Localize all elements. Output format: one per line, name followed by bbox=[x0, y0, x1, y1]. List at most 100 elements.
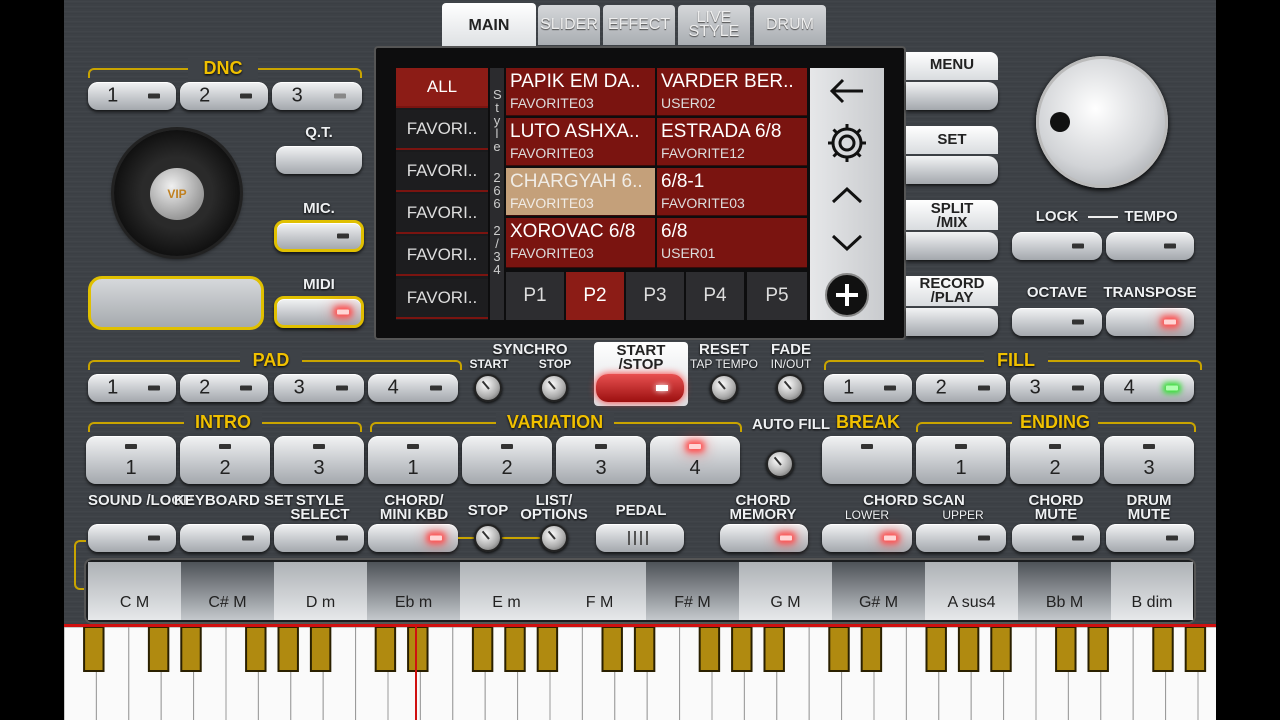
category-all[interactable]: ALL bbox=[396, 68, 488, 108]
variation-button-2[interactable]: 2 bbox=[462, 436, 552, 484]
pad-button-4[interactable]: 4 bbox=[368, 374, 458, 402]
page-button-p4[interactable]: P4 bbox=[686, 272, 744, 320]
variation-button-3[interactable]: 3 bbox=[556, 436, 646, 484]
tab-slider[interactable]: SLIDER bbox=[538, 5, 600, 45]
category-favorite[interactable]: FAVORI.. bbox=[396, 279, 488, 319]
black-key[interactable] bbox=[828, 626, 850, 672]
category-favorite[interactable]: FAVORI.. bbox=[396, 236, 488, 276]
keyboard-set-button[interactable] bbox=[180, 524, 270, 552]
pad-button-1[interactable]: 1 bbox=[88, 374, 176, 402]
chord-pad[interactable]: A sus4 bbox=[925, 562, 1018, 620]
chord-pad[interactable]: G# M bbox=[832, 562, 925, 620]
chord-pad[interactable]: C# M bbox=[181, 562, 274, 620]
black-key[interactable] bbox=[407, 626, 429, 672]
black-key[interactable] bbox=[763, 626, 785, 672]
ending-button-1[interactable]: 1 bbox=[916, 436, 1006, 484]
style-cell[interactable]: ESTRADA 6/8 FAVORITE12 bbox=[657, 118, 807, 166]
chord-scan-lower-button[interactable] bbox=[822, 524, 912, 552]
jog-wheel[interactable]: VIP bbox=[114, 130, 240, 256]
menu-button[interactable] bbox=[906, 82, 998, 110]
tempo-button[interactable] bbox=[1106, 232, 1194, 260]
sound-loop-button[interactable] bbox=[88, 524, 176, 552]
black-key[interactable] bbox=[147, 626, 170, 672]
page-button-p2[interactable]: P2 bbox=[566, 272, 624, 320]
piano-keys[interactable] bbox=[64, 626, 1216, 720]
page-button-p5[interactable]: P5 bbox=[747, 272, 807, 320]
chord-pad[interactable]: Bb M bbox=[1018, 562, 1111, 620]
record-play-button[interactable] bbox=[906, 308, 998, 336]
mic-button[interactable] bbox=[274, 220, 364, 252]
black-key[interactable] bbox=[990, 626, 1012, 672]
black-key[interactable] bbox=[504, 626, 526, 672]
page-button-p1[interactable]: P1 bbox=[506, 272, 564, 320]
black-key[interactable] bbox=[1087, 626, 1109, 672]
black-key[interactable] bbox=[601, 626, 623, 672]
black-key[interactable] bbox=[698, 626, 721, 672]
variation-button-4[interactable]: 4 bbox=[650, 436, 740, 484]
reset-knob[interactable] bbox=[710, 374, 738, 402]
style-cell[interactable]: XOROVAC 6/8 FAVORITE03 bbox=[506, 218, 655, 268]
auto-fill-knob[interactable] bbox=[766, 450, 794, 478]
split-mix-button[interactable] bbox=[906, 232, 998, 260]
synchro-stop-knob[interactable] bbox=[540, 374, 568, 402]
midi-button[interactable] bbox=[274, 296, 364, 328]
chord-mute-button[interactable] bbox=[1012, 524, 1100, 552]
pad-button-2[interactable]: 2 bbox=[180, 374, 268, 402]
chord-pad[interactable]: F M bbox=[553, 562, 646, 620]
black-key[interactable] bbox=[957, 626, 980, 672]
chevron-down-icon[interactable] bbox=[808, 218, 886, 268]
black-key[interactable] bbox=[1055, 626, 1077, 672]
style-cell-selected[interactable]: CHARGYAH 6.. FAVORITE03 bbox=[506, 168, 655, 216]
chord-pad[interactable]: Eb m bbox=[367, 562, 460, 620]
fill-button-2[interactable]: 2 bbox=[916, 374, 1006, 402]
tab-live-style[interactable]: LIVE STYLE bbox=[678, 5, 750, 45]
transpose-button[interactable] bbox=[1106, 308, 1194, 336]
pad-button-3[interactable]: 3 bbox=[274, 374, 364, 402]
black-key[interactable] bbox=[536, 626, 559, 672]
intro-button-1[interactable]: 1 bbox=[86, 436, 176, 484]
black-key[interactable] bbox=[471, 626, 494, 672]
category-favorite[interactable]: FAVORI.. bbox=[396, 194, 488, 234]
chord-mini-kbd-button[interactable] bbox=[368, 524, 458, 552]
chord-pad[interactable]: C M bbox=[88, 562, 181, 620]
black-key[interactable] bbox=[277, 626, 299, 672]
black-key[interactable] bbox=[860, 626, 883, 672]
ending-button-3[interactable]: 3 bbox=[1104, 436, 1194, 484]
drum-mute-button[interactable] bbox=[1106, 524, 1194, 552]
black-key[interactable] bbox=[633, 626, 656, 672]
fade-knob[interactable] bbox=[776, 374, 804, 402]
page-button-p3[interactable]: P3 bbox=[626, 272, 684, 320]
back-arrow-icon[interactable] bbox=[808, 66, 886, 116]
chord-pad[interactable]: F# M bbox=[646, 562, 739, 620]
chord-pad[interactable]: G M bbox=[739, 562, 832, 620]
black-key[interactable] bbox=[180, 626, 202, 672]
fill-button-4[interactable]: 4 bbox=[1104, 374, 1194, 402]
dnc-button-3[interactable]: 3 bbox=[272, 82, 362, 110]
style-cell[interactable]: PAPIK EM DA.. FAVORITE03 bbox=[506, 68, 655, 116]
style-cell[interactable]: 6/8 USER01 bbox=[657, 218, 807, 268]
black-key[interactable] bbox=[309, 626, 332, 672]
chord-pad[interactable]: D m bbox=[274, 562, 367, 620]
display-field[interactable] bbox=[88, 276, 264, 330]
set-button[interactable] bbox=[906, 156, 998, 184]
break-button[interactable] bbox=[822, 436, 912, 484]
lock-button[interactable] bbox=[1012, 232, 1102, 260]
volume-knob[interactable] bbox=[1036, 56, 1168, 188]
dnc-button-1[interactable]: 1 bbox=[88, 82, 176, 110]
style-select-button[interactable] bbox=[274, 524, 364, 552]
fill-button-1[interactable]: 1 bbox=[824, 374, 912, 402]
list-options-knob[interactable] bbox=[540, 524, 568, 552]
variation-button-1[interactable]: 1 bbox=[368, 436, 458, 484]
category-favorite[interactable]: FAVORI.. bbox=[396, 110, 488, 150]
fill-button-3[interactable]: 3 bbox=[1010, 374, 1100, 402]
stop-knob[interactable] bbox=[474, 524, 502, 552]
black-key[interactable] bbox=[1152, 626, 1174, 672]
black-key[interactable] bbox=[245, 626, 267, 672]
add-icon[interactable] bbox=[808, 270, 886, 320]
octave-button[interactable] bbox=[1012, 308, 1102, 336]
chord-pad[interactable]: B dim bbox=[1111, 562, 1193, 620]
style-cell[interactable]: VARDER BER.. USER02 bbox=[657, 68, 807, 116]
synchro-start-knob[interactable] bbox=[474, 374, 502, 402]
gear-icon[interactable] bbox=[808, 118, 886, 168]
chevron-up-icon[interactable] bbox=[808, 170, 886, 220]
